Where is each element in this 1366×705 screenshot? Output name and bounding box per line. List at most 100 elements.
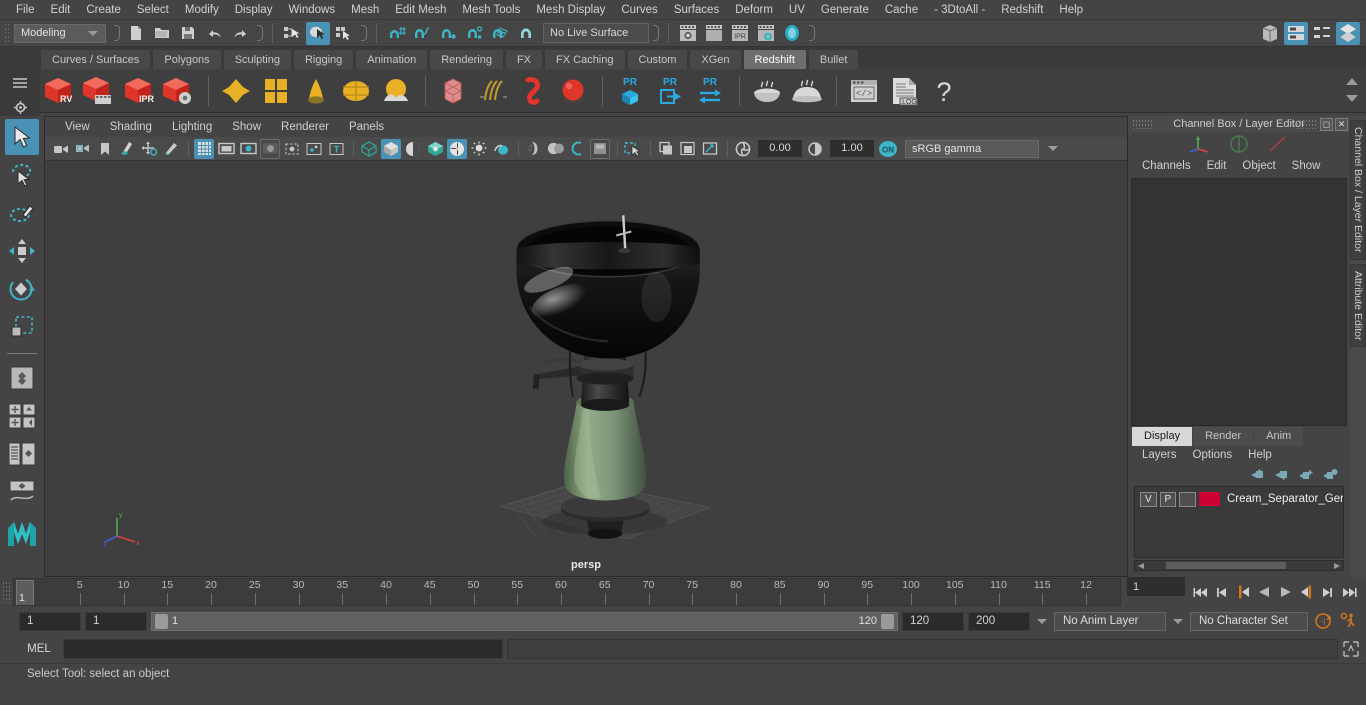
redo-icon[interactable] [228,22,252,45]
viewport-3d-canvas[interactable]: y x z persp [45,161,1127,576]
exposure-value-field[interactable]: 0.00 [758,140,802,157]
sidebar-toggle-tool-settings-icon[interactable] [1336,21,1360,45]
viewport-menu-panels[interactable]: Panels [339,121,394,133]
xray-active-components-icon[interactable] [700,139,720,159]
redshift-help-icon[interactable]: ? [925,72,963,110]
viewport-menu-show[interactable]: Show [222,121,271,133]
xray-mode-icon[interactable] [656,139,676,159]
redshift-proxy-create-icon[interactable]: PR [611,72,649,110]
layer-color-swatch[interactable] [1198,492,1220,506]
layer-menu-options[interactable]: Options [1185,449,1241,461]
shade-options-icon[interactable] [403,139,423,159]
shelf-tab-bullet[interactable]: Bullet [807,49,860,69]
color-management-toggle-icon[interactable]: ON [877,139,899,159]
play-backwards-button[interactable] [1254,582,1274,602]
step-back-key-button[interactable] [1212,582,1232,602]
shelf-scroll-down-icon[interactable] [1346,93,1358,105]
menu-item-generate[interactable]: Generate [813,0,877,20]
snap-to-grid-icon[interactable] [384,22,408,45]
anim-layer-selector[interactable]: No Anim Layer [1054,611,1166,631]
textured-mode-icon[interactable] [425,139,445,159]
dock-tab-channel-box-layer-editor[interactable]: Channel Box / Layer Editor [1350,120,1366,260]
paint-select-tool-icon[interactable] [5,195,39,231]
redo-render-icon[interactable] [702,22,726,45]
layer-list-horizontal-scrollbar[interactable] [1134,560,1344,571]
shelf-tab-fx[interactable]: FX [504,49,544,69]
live-surface-field[interactable]: No Live Surface [543,23,649,43]
play-forwards-button[interactable] [1275,582,1295,602]
render-current-frame-icon[interactable] [676,22,700,45]
redshift-hair-icon[interactable] [474,72,512,110]
menu-item-surfaces[interactable]: Surfaces [666,0,727,20]
channel-box-content-area[interactable] [1131,178,1347,426]
viewport-menu-renderer[interactable]: Renderer [271,121,339,133]
time-slider-track[interactable]: 1 5 10 15 20 25 30 35 40 45 50 55 60 65 70 75 80 85 90 95 1… [13,578,1121,606]
layer-playback-toggle[interactable]: P [1159,491,1177,507]
go-to-end-button[interactable] [1338,582,1358,602]
range-start-handle[interactable] [155,613,168,629]
toggle-resolution-gate-icon[interactable] [238,139,258,159]
layer-row[interactable]: V P Cream_Separator_Gen [1135,490,1343,508]
menu-item-uv[interactable]: UV [781,0,813,20]
redshift-physical-sky-icon[interactable] [377,72,415,110]
shelf-scroll-up-icon[interactable] [1346,76,1358,88]
snap-to-projected-center-icon[interactable] [462,22,486,45]
animation-preferences-icon[interactable] [1338,612,1360,630]
layer-menu-layers[interactable]: Layers [1134,449,1185,461]
toggle-grid-icon[interactable] [194,138,214,159]
snap-to-point-icon[interactable] [436,22,460,45]
sidebar-toggle-modeling-icon[interactable] [1258,22,1282,45]
layer-tab-anim[interactable]: Anim [1254,427,1304,446]
move-layer-down-icon[interactable] [1274,468,1290,481]
layout-quad-view-icon[interactable] [5,398,39,434]
redshift-render-view-icon[interactable]: RV [40,72,78,110]
go-to-start-button[interactable] [1191,582,1211,602]
redshift-proxy-export-icon[interactable]: PR [651,72,689,110]
redshift-script-editor-icon[interactable]: </> [845,72,883,110]
toggle-dot-display-icon[interactable] [304,139,324,159]
menu-item-select[interactable]: Select [129,0,177,20]
shelf-tab-fx-caching[interactable]: FX Caching [544,49,626,69]
exposure-aperture-icon[interactable] [733,139,753,159]
toggle-gate-mask-icon[interactable] [260,138,280,159]
menu-set-selector[interactable]: Modeling [14,23,106,43]
panel-close-button[interactable]: ✕ [1335,117,1348,131]
camera-attributes-icon[interactable] [73,139,93,159]
make-live-icon[interactable] [514,22,538,45]
menu-item-mesh-display[interactable]: Mesh Display [528,0,613,20]
panel-grip-handle-right[interactable] [1296,119,1318,129]
multisample-anti-aliasing-icon[interactable] [590,138,610,159]
layer-type-toggle[interactable] [1179,491,1196,507]
shelf-tab-polygons[interactable]: Polygons [152,49,222,69]
image-plane-icon[interactable] [117,139,137,159]
screen-space-ambient-occlusion-icon[interactable] [546,139,566,159]
time-slider-cursor[interactable]: 1 [16,580,34,605]
command-language-label[interactable]: MEL [15,643,63,655]
ipr-render-icon[interactable]: IPR [728,22,752,45]
snap-to-view-plane-icon[interactable] [488,22,512,45]
wireframe-shading-icon[interactable] [359,139,379,159]
range-slider-bar[interactable]: 1 120 [151,611,898,631]
menu-item-help[interactable]: Help [1051,0,1091,20]
character-set-dropdown-icon[interactable] [1170,612,1186,631]
shelf-tab-curves-surfaces[interactable]: Curves / Surfaces [40,49,152,69]
new-layer-icon[interactable] [1298,468,1314,481]
panel-grip-handle[interactable] [1132,119,1154,129]
menu-item-create[interactable]: Create [78,0,129,20]
shelf-tab-sculpting[interactable]: Sculpting [222,49,292,69]
character-set-selector[interactable]: No Character Set [1190,611,1308,631]
playback-end-field[interactable]: 200 [968,611,1030,631]
move-layer-up-icon[interactable] [1250,468,1266,481]
layout-persp-graph-icon[interactable] [5,474,39,510]
select-tool-icon[interactable] [5,119,39,155]
layer-list[interactable]: V P Cream_Separator_Gen [1134,486,1344,558]
channel-box-menu-show[interactable]: Show [1284,160,1329,172]
sidebar-toggle-attribute-editor-icon[interactable] [1284,21,1308,45]
step-forward-key-button[interactable] [1317,582,1337,602]
scroll-right-arrow-icon[interactable] [1332,562,1341,570]
panel-undock-button[interactable]: ◻ [1320,117,1333,131]
toggle-lights-icon[interactable] [469,139,489,159]
viewport-menu-view[interactable]: View [55,121,100,133]
toggle-film-gate-icon[interactable] [216,139,236,159]
move-tool-icon[interactable] [5,233,39,269]
